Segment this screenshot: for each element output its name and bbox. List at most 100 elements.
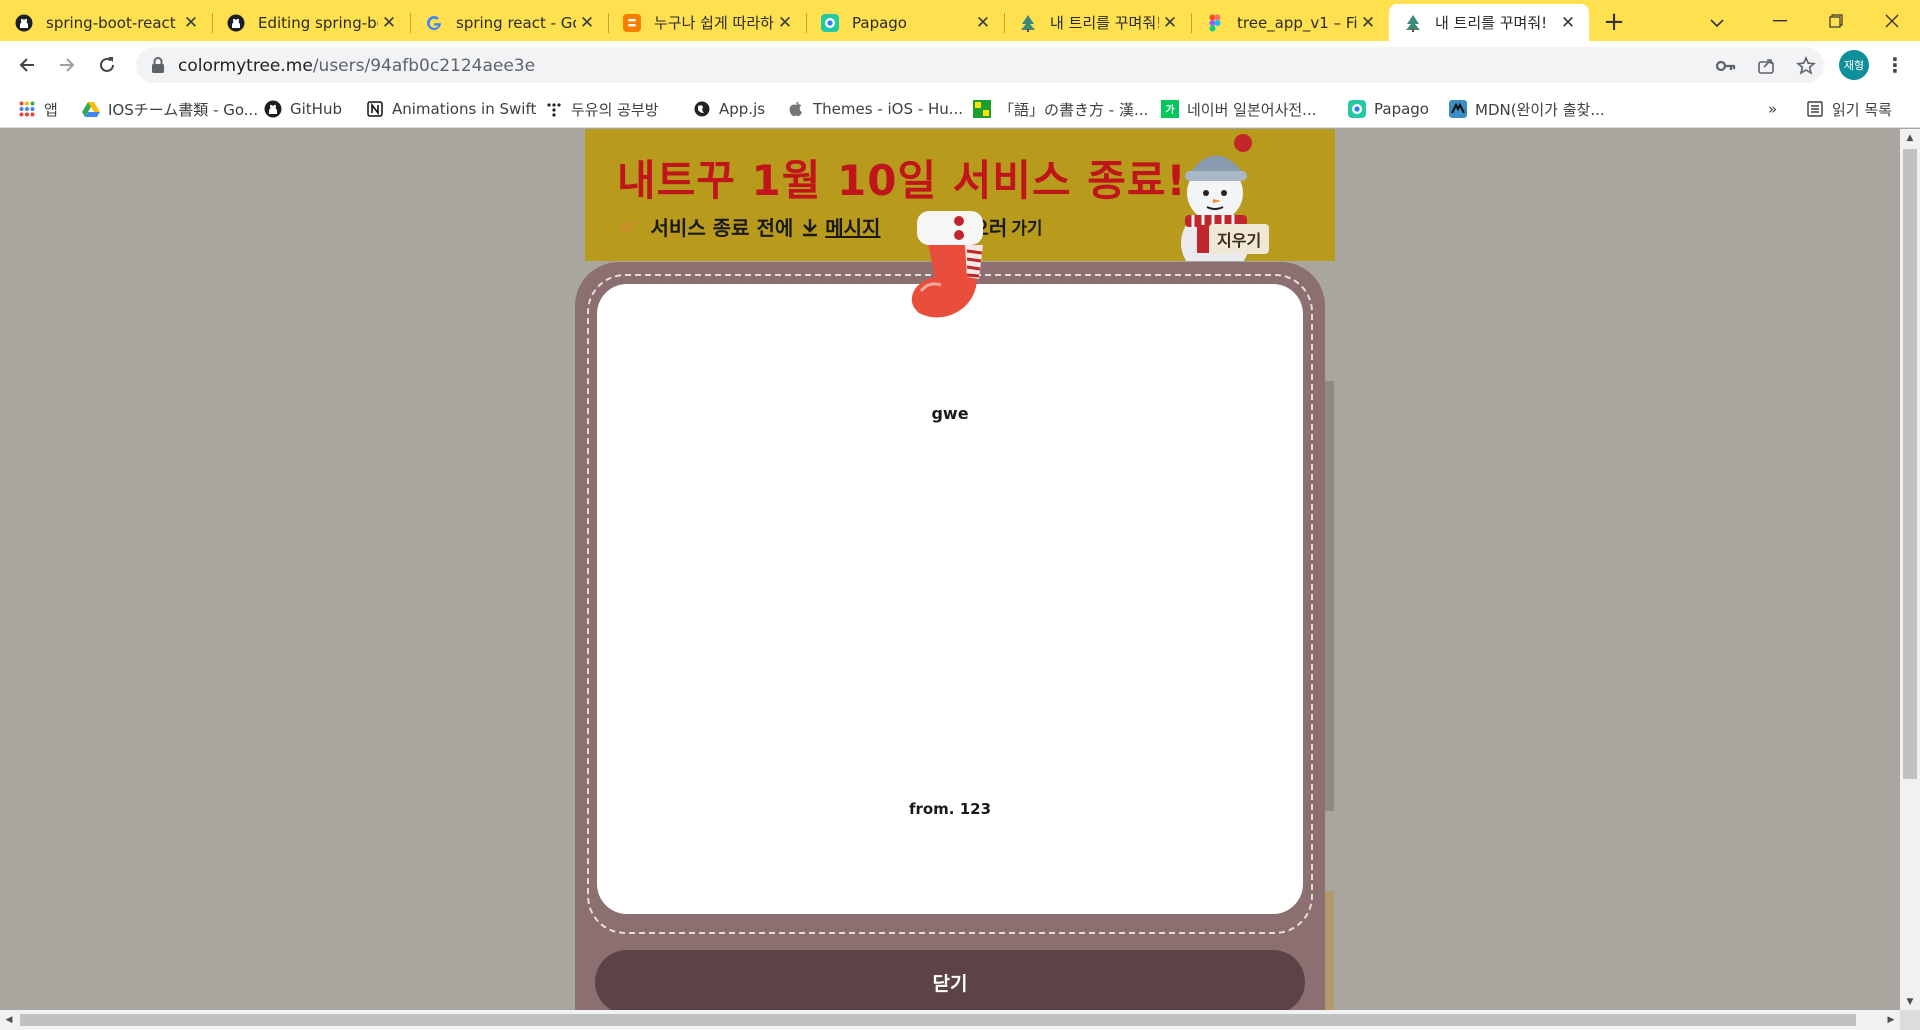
key-icon[interactable] — [1714, 54, 1738, 78]
erase-banner-button[interactable]: 지우기 — [1209, 224, 1270, 254]
bookmark-item[interactable]: Papago — [1348, 97, 1429, 121]
vertical-scroll-thumb[interactable] — [1903, 149, 1917, 779]
tab-title: tree_app_v1 – Figma — [1237, 13, 1357, 32]
svg-text:가: 가 — [1165, 103, 1175, 116]
bookmark-item[interactable]: 두유의 공부방 — [545, 97, 659, 121]
close-window-button[interactable] — [1864, 0, 1920, 41]
close-tab-icon[interactable]: ✕ — [1357, 12, 1379, 34]
vertical-scrollbar[interactable]: ▲ ▼ — [1900, 129, 1920, 1010]
tab-title: Editing spring-boot — [258, 13, 378, 32]
bookmark-item[interactable]: Animations in Swift — [366, 97, 536, 121]
papago-icon — [1348, 100, 1366, 118]
pointing-hand-icon: ☛ — [619, 212, 641, 241]
notion-icon — [366, 100, 384, 118]
figma-icon — [1205, 13, 1225, 33]
bookmark-label: IOSチーム書類 - Go... — [108, 100, 259, 119]
bookmark-label: MDN(완이가 출찾... — [1475, 100, 1605, 119]
profile-avatar[interactable]: 재형 — [1839, 50, 1869, 80]
reload-button[interactable] — [90, 48, 124, 82]
minimize-button[interactable] — [1752, 0, 1808, 41]
close-tab-icon[interactable]: ✕ — [1159, 12, 1181, 34]
kanji-icon — [973, 100, 991, 118]
tree-icon — [1018, 13, 1038, 33]
browser-tab[interactable]: 누구나 쉽게 따라하는✕ — [608, 4, 806, 41]
bookmark-item[interactable]: 앱 — [18, 97, 58, 121]
tab-search-chevron-icon[interactable] — [1702, 8, 1732, 38]
browser-tab[interactable]: Papago ✕ — [806, 4, 1004, 41]
tab-title: Papago — [852, 13, 907, 32]
browser-tab[interactable]: spring react - Google✕ — [410, 4, 608, 41]
bookmark-label: Animations in Swift — [392, 100, 537, 118]
dots-icon — [545, 100, 563, 118]
url-path: /users/94afb0c2124aee3e — [312, 56, 536, 76]
download-icon — [801, 217, 819, 237]
horizontal-scrollbar[interactable]: ◀ ▶ — [0, 1010, 1900, 1030]
browser-tab[interactable]: Editing spring-boot✕ — [212, 4, 410, 41]
letter-sender: from. 123 — [908, 800, 992, 818]
tab-title: 누구나 쉽게 따라하는 — [654, 14, 774, 32]
reading-list-button[interactable]: 읽기 목록 — [1806, 97, 1892, 121]
papago-icon — [820, 13, 840, 33]
banner-headline: 내트꾸 1월 10일 서비스 종료! — [617, 156, 1187, 205]
page-content: 내트꾸 1월 10일 서비스 종료! ☛ 서비스 종료 전에 메시지 으러 가기 — [0, 129, 1900, 1010]
bookmarks-overflow-button[interactable]: » — [1768, 97, 1777, 121]
browser-tab[interactable]: tree_app_v1 – Figma✕ — [1191, 4, 1389, 41]
bookmark-item[interactable]: 가 네이버 일본어사전... — [1161, 97, 1316, 121]
close-tab-icon[interactable]: ✕ — [774, 12, 796, 34]
apple-icon — [787, 100, 805, 118]
github-icon — [14, 13, 34, 33]
close-letter-button[interactable]: 닫기 — [595, 950, 1305, 1010]
tree-icon — [1403, 13, 1423, 33]
bookmark-star-icon[interactable] — [1794, 54, 1818, 78]
bookmark-label: 두유의 공부방 — [571, 100, 659, 119]
tab-strip: spring-boot-react✕Editing spring-boot✕sp… — [0, 0, 1920, 41]
bookmark-item[interactable]: IOSチーム書類 - Go... — [82, 97, 258, 121]
bookmark-label: 앱 — [44, 100, 58, 119]
mdn-icon — [1449, 100, 1467, 118]
scroll-down-arrow-icon[interactable]: ▼ — [1900, 993, 1920, 1010]
close-tab-icon[interactable]: ✕ — [180, 12, 202, 34]
close-tab-icon[interactable]: ✕ — [972, 12, 994, 34]
bookmark-item[interactable]: App.js — [693, 97, 765, 121]
close-tab-icon[interactable]: ✕ — [576, 12, 598, 34]
new-tab-button[interactable]: + — [1598, 6, 1630, 38]
bookmarks-bar: 앱 IOSチーム書類 - Go... GitHub Animations in Swi… — [0, 89, 1920, 128]
blogger-icon — [622, 13, 642, 33]
horizontal-scroll-thumb[interactable] — [20, 1014, 1856, 1026]
banner-sub-before: 서비스 종료 전에 — [650, 216, 794, 240]
github-icon — [226, 13, 246, 33]
bookmark-label: App.js — [719, 100, 766, 118]
bookmark-item[interactable]: GitHub — [264, 97, 342, 121]
banner-sub-tail: 가기 — [1011, 219, 1043, 239]
scrollbar-corner — [1900, 1010, 1920, 1030]
scroll-left-arrow-icon[interactable]: ◀ — [0, 1010, 18, 1030]
scroll-up-arrow-icon[interactable]: ▲ — [1900, 129, 1920, 146]
restore-button[interactable] — [1808, 0, 1864, 41]
back-button[interactable] — [10, 48, 44, 82]
browser-tab[interactable]: spring-boot-react ✕ — [0, 4, 212, 41]
close-tab-icon[interactable]: ✕ — [378, 12, 400, 34]
bookmark-item[interactable]: 「語」の書き方 - 漢... — [973, 97, 1148, 121]
browser-tab[interactable]: 내 트리를 꾸며줘! ✕ — [1004, 4, 1191, 41]
github-icon — [264, 100, 282, 118]
address-bar[interactable]: colormytree.me/users/94afb0c2124aee3e — [136, 47, 1824, 83]
tab-title: spring react - Google — [456, 13, 576, 32]
bookmark-label: Papago — [1374, 100, 1429, 118]
google-icon — [424, 13, 444, 33]
bookmark-item[interactable]: MDN(완이가 출찾... — [1449, 97, 1605, 121]
tab-title: spring-boot-react — [46, 13, 176, 32]
apps-grid-icon — [18, 100, 36, 118]
url-text: colormytree.me/users/94afb0c2124aee3e — [178, 56, 535, 76]
scroll-right-arrow-icon[interactable]: ▶ — [1882, 1010, 1900, 1030]
letter-message: gwe — [931, 404, 969, 423]
browser-tab[interactable]: 내 트리를 꾸며줘! ✕ — [1389, 4, 1589, 41]
share-icon[interactable] — [1754, 54, 1778, 78]
forward-button[interactable] — [50, 48, 84, 82]
google-drive-icon — [82, 100, 100, 118]
banner-message-link[interactable]: 메시지 — [825, 212, 880, 241]
more-menu-icon[interactable]: ⋮ — [1880, 50, 1910, 80]
url-host: colormytree.me — [178, 56, 313, 76]
bookmark-item[interactable]: Themes - iOS - Hu... — [787, 97, 963, 121]
close-tab-icon[interactable]: ✕ — [1557, 12, 1579, 34]
bookmark-label: 네이버 일본어사전... — [1187, 100, 1317, 119]
